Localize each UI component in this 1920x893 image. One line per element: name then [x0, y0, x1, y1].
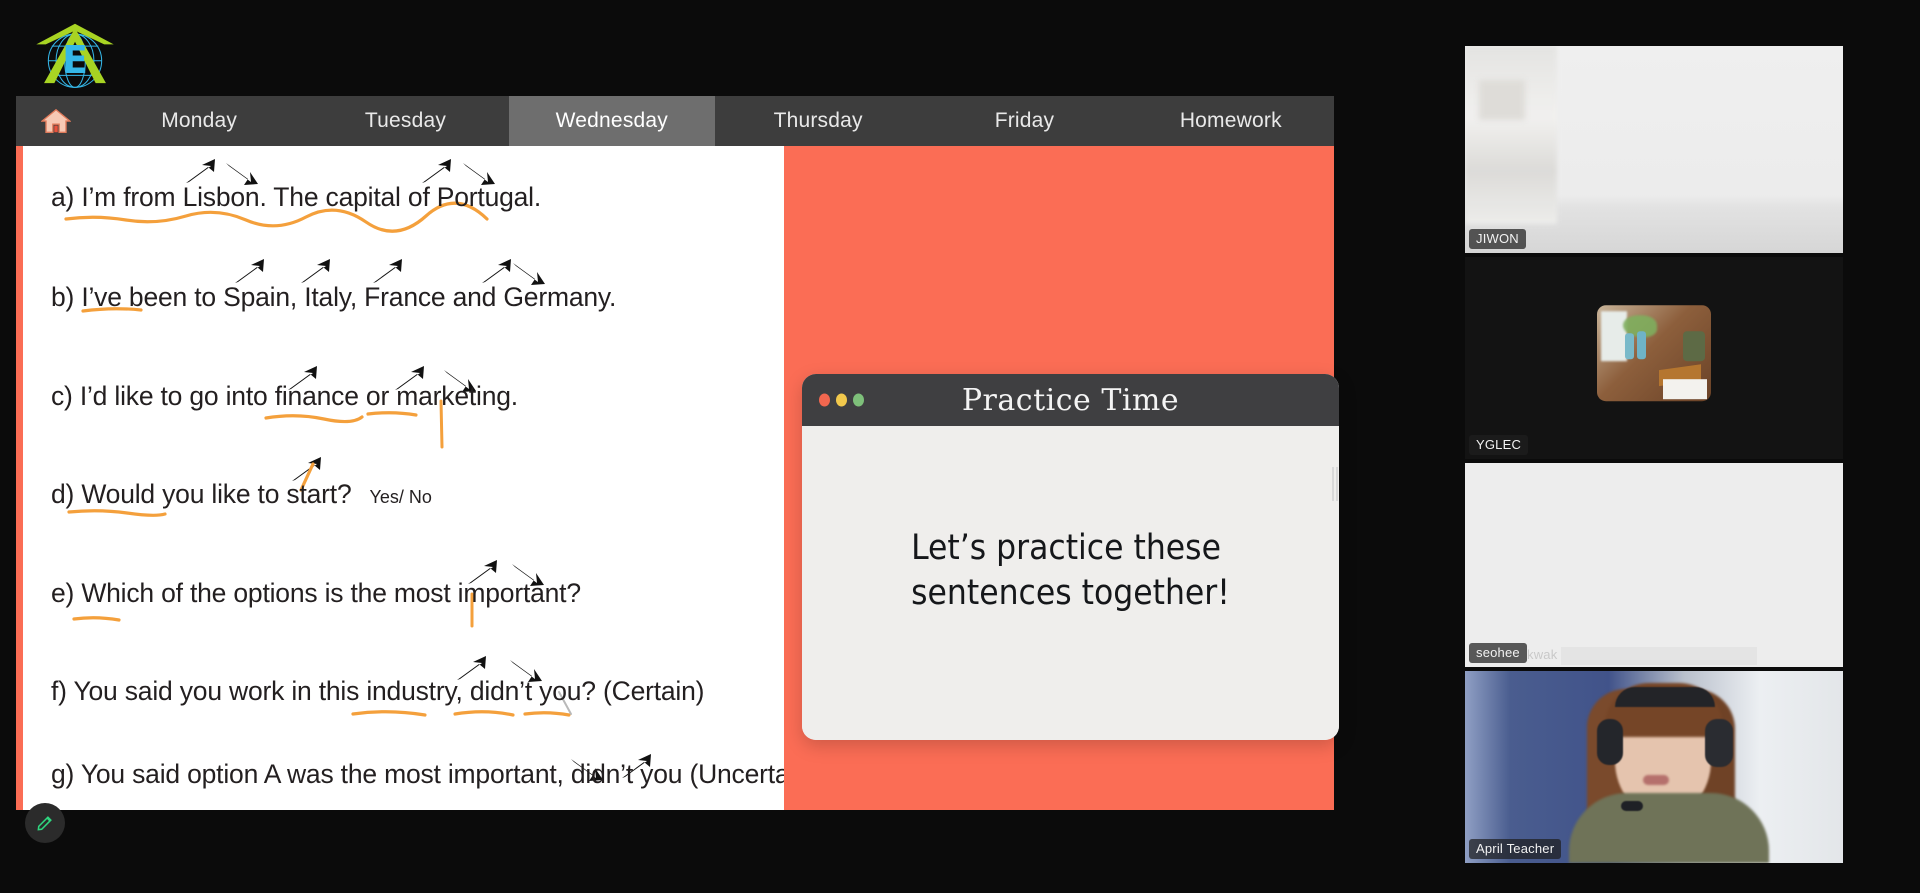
resize-grip-line — [1332, 467, 1334, 501]
worksheet-line-d-text: d) Would you like to start? — [51, 479, 352, 509]
tab-wednesday[interactable]: Wednesday — [508, 96, 715, 146]
resize-grip-line — [1336, 467, 1338, 501]
worksheet-line-d: d) Would you like to start? Yes/ No — [51, 479, 432, 510]
practice-card-text: Let’s practice these sentences together! — [911, 526, 1230, 616]
meeting-screen: E Monday Tuesday Wednesday Thursday Frid… — [0, 0, 1920, 893]
participant-name: April Teacher — [1469, 839, 1562, 859]
shared-thumbnail — [1597, 305, 1711, 402]
annotation-layer — [64, 159, 651, 781]
video-feed — [1465, 46, 1843, 253]
participant-name: YGLEC — [1469, 435, 1529, 455]
video-feed — [1465, 257, 1843, 459]
day-tabbar: Monday Tuesday Wednesday Thursday Friday… — [16, 96, 1334, 146]
worksheet-line-g: g) You said option A was the most import… — [51, 759, 784, 789]
tab-friday[interactable]: Friday — [921, 96, 1127, 146]
participant-name: seohee — [1469, 643, 1527, 663]
participant-tile-seohee[interactable]: kwak seohee — [1465, 463, 1843, 667]
participant-name: JIWON — [1469, 229, 1526, 249]
worksheet-line-f: f) You said you work in this industry, d… — [51, 676, 705, 706]
video-feed — [1465, 463, 1843, 667]
worksheet-line-e: e) Which of the options is the most impo… — [51, 578, 581, 608]
close-dot-icon[interactable] — [819, 393, 830, 407]
home-icon — [41, 108, 71, 133]
practice-card-body: Let’s practice these sentences together! — [802, 426, 1339, 740]
panel-resize-handle[interactable] — [1330, 466, 1340, 502]
pencil-icon — [37, 816, 52, 831]
pen-tool-button[interactable] — [25, 803, 65, 843]
worksheet-lines: a) I’m from Lisbon. The capital of Portu… — [23, 146, 784, 810]
tab-monday[interactable]: Monday — [96, 96, 302, 146]
participant-tile-yglec[interactable]: YGLEC — [1465, 257, 1843, 459]
practice-card-text-line2: sentences together! — [911, 573, 1230, 613]
worksheet-page[interactable]: a) I’m from Lisbon. The capital of Portu… — [23, 146, 784, 810]
minimize-dot-icon[interactable] — [836, 393, 847, 407]
worksheet-line-c: c) I’d like to go into finance or market… — [51, 381, 518, 411]
participant-tile-april-teacher[interactable]: April Teacher — [1465, 671, 1843, 863]
worksheet-line-d-options: Yes/ No — [369, 487, 432, 507]
tab-tuesday[interactable]: Tuesday — [302, 96, 508, 146]
tab-homework[interactable]: Homework — [1128, 96, 1334, 146]
worksheet-line-b: b) I’ve been to Spain, Italy, France and… — [51, 282, 617, 312]
window-traffic-lights — [819, 393, 864, 407]
worksheet-line-a: a) I’m from Lisbon. The capital of Portu… — [51, 182, 542, 212]
participant-rail: JIWON YGLEC kwak seohee April Teacher — [1465, 46, 1843, 867]
practice-card-title: Practice Time — [961, 382, 1180, 418]
practice-card-text-line1: Let’s practice these — [911, 528, 1221, 569]
e-globe-logo: E — [32, 16, 118, 102]
participant-tile-jiwon[interactable]: JIWON — [1465, 46, 1843, 253]
svg-text:E: E — [62, 38, 88, 82]
practice-time-card: Practice Time Let’s practice these sente… — [802, 374, 1339, 740]
sidebar-item-home[interactable] — [16, 96, 96, 146]
tab-thursday[interactable]: Thursday — [715, 96, 921, 146]
practice-card-header: Practice Time — [802, 374, 1339, 426]
video-feed — [1465, 671, 1843, 863]
whiteboard-panel: Monday Tuesday Wednesday Thursday Friday… — [16, 96, 1339, 810]
participant-secondary-name: kwak — [1527, 647, 1558, 662]
maximize-dot-icon[interactable] — [853, 393, 864, 407]
